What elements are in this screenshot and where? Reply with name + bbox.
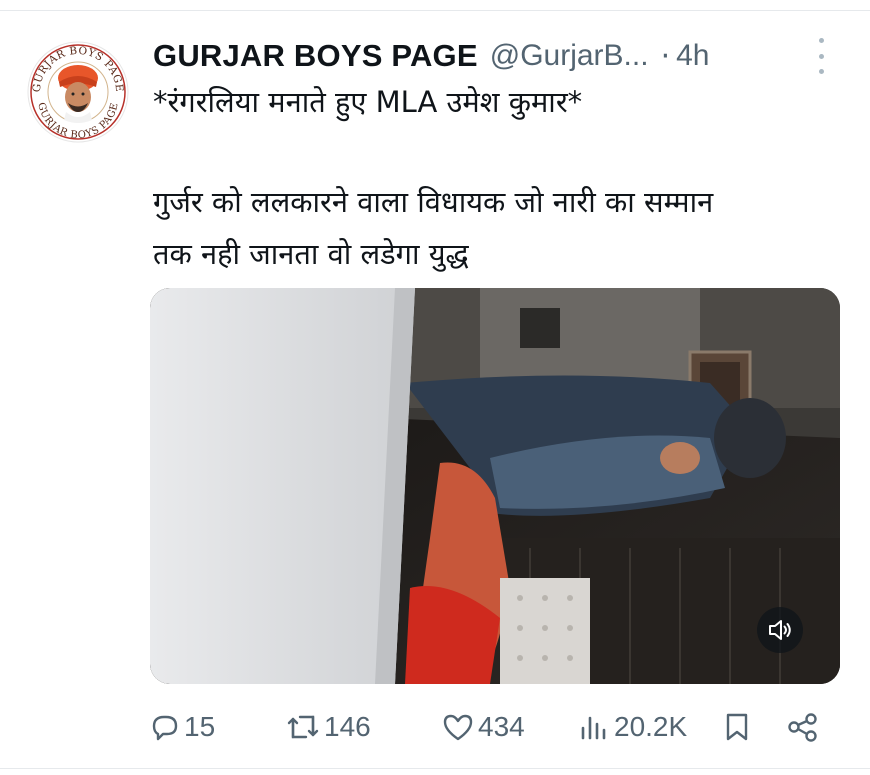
retweet-icon [287,715,319,739]
author-avatar[interactable]: GURJAR BOYS PAGE GURJAR BOYS PAGE [26,40,130,144]
tweet-body-line: गुर्जर को ललकारने वाला विधायक जो नारी का… [153,185,714,219]
separator-dot: · [660,38,671,74]
like-button[interactable]: 434 [442,705,525,749]
share-icon [788,713,817,742]
bookmark-icon [726,713,748,741]
views-button[interactable]: 20.2K [578,705,687,749]
gurjar-boys-logo: GURJAR BOYS PAGE GURJAR BOYS PAGE [27,41,129,143]
tweet-header: GURJAR BOYS PAGE @GurjarB... · 4h [153,36,853,76]
reply-icon [152,715,178,741]
view-count: 20.2K [614,711,688,742]
tweet-action-bar: 15 146 434 20.2K [150,705,840,749]
tweet-body-line: तक नही जानता वो लडेगा युद्ध [153,237,469,271]
video-player[interactable] [150,288,840,684]
heart-icon [443,714,473,741]
reply-button[interactable]: 15 [150,705,215,749]
retweet-count: 146 [324,711,371,742]
more-options-icon[interactable] [811,38,831,74]
video-frame [150,288,840,684]
like-count: 434 [478,711,525,742]
tweet-body: गुर्जर को ललकारने वाला विधायक जो नारी का… [153,176,853,280]
bottom-divider [0,768,870,769]
retweet-button[interactable]: 146 [286,705,371,749]
tweet-headline: *रंगरलिया मनाते हुए MLA उमेश कुमार* [153,85,583,119]
speaker-muted-icon[interactable] [757,607,803,653]
top-divider [0,10,870,11]
analytics-icon [581,716,606,740]
reply-count: 15 [184,711,216,742]
bookmark-button[interactable] [722,705,752,749]
author-handle[interactable]: @GurjarB... [490,39,649,73]
share-button[interactable] [786,705,820,749]
tweet-timestamp[interactable]: 4h [676,39,709,73]
author-name[interactable]: GURJAR BOYS PAGE [153,38,478,74]
